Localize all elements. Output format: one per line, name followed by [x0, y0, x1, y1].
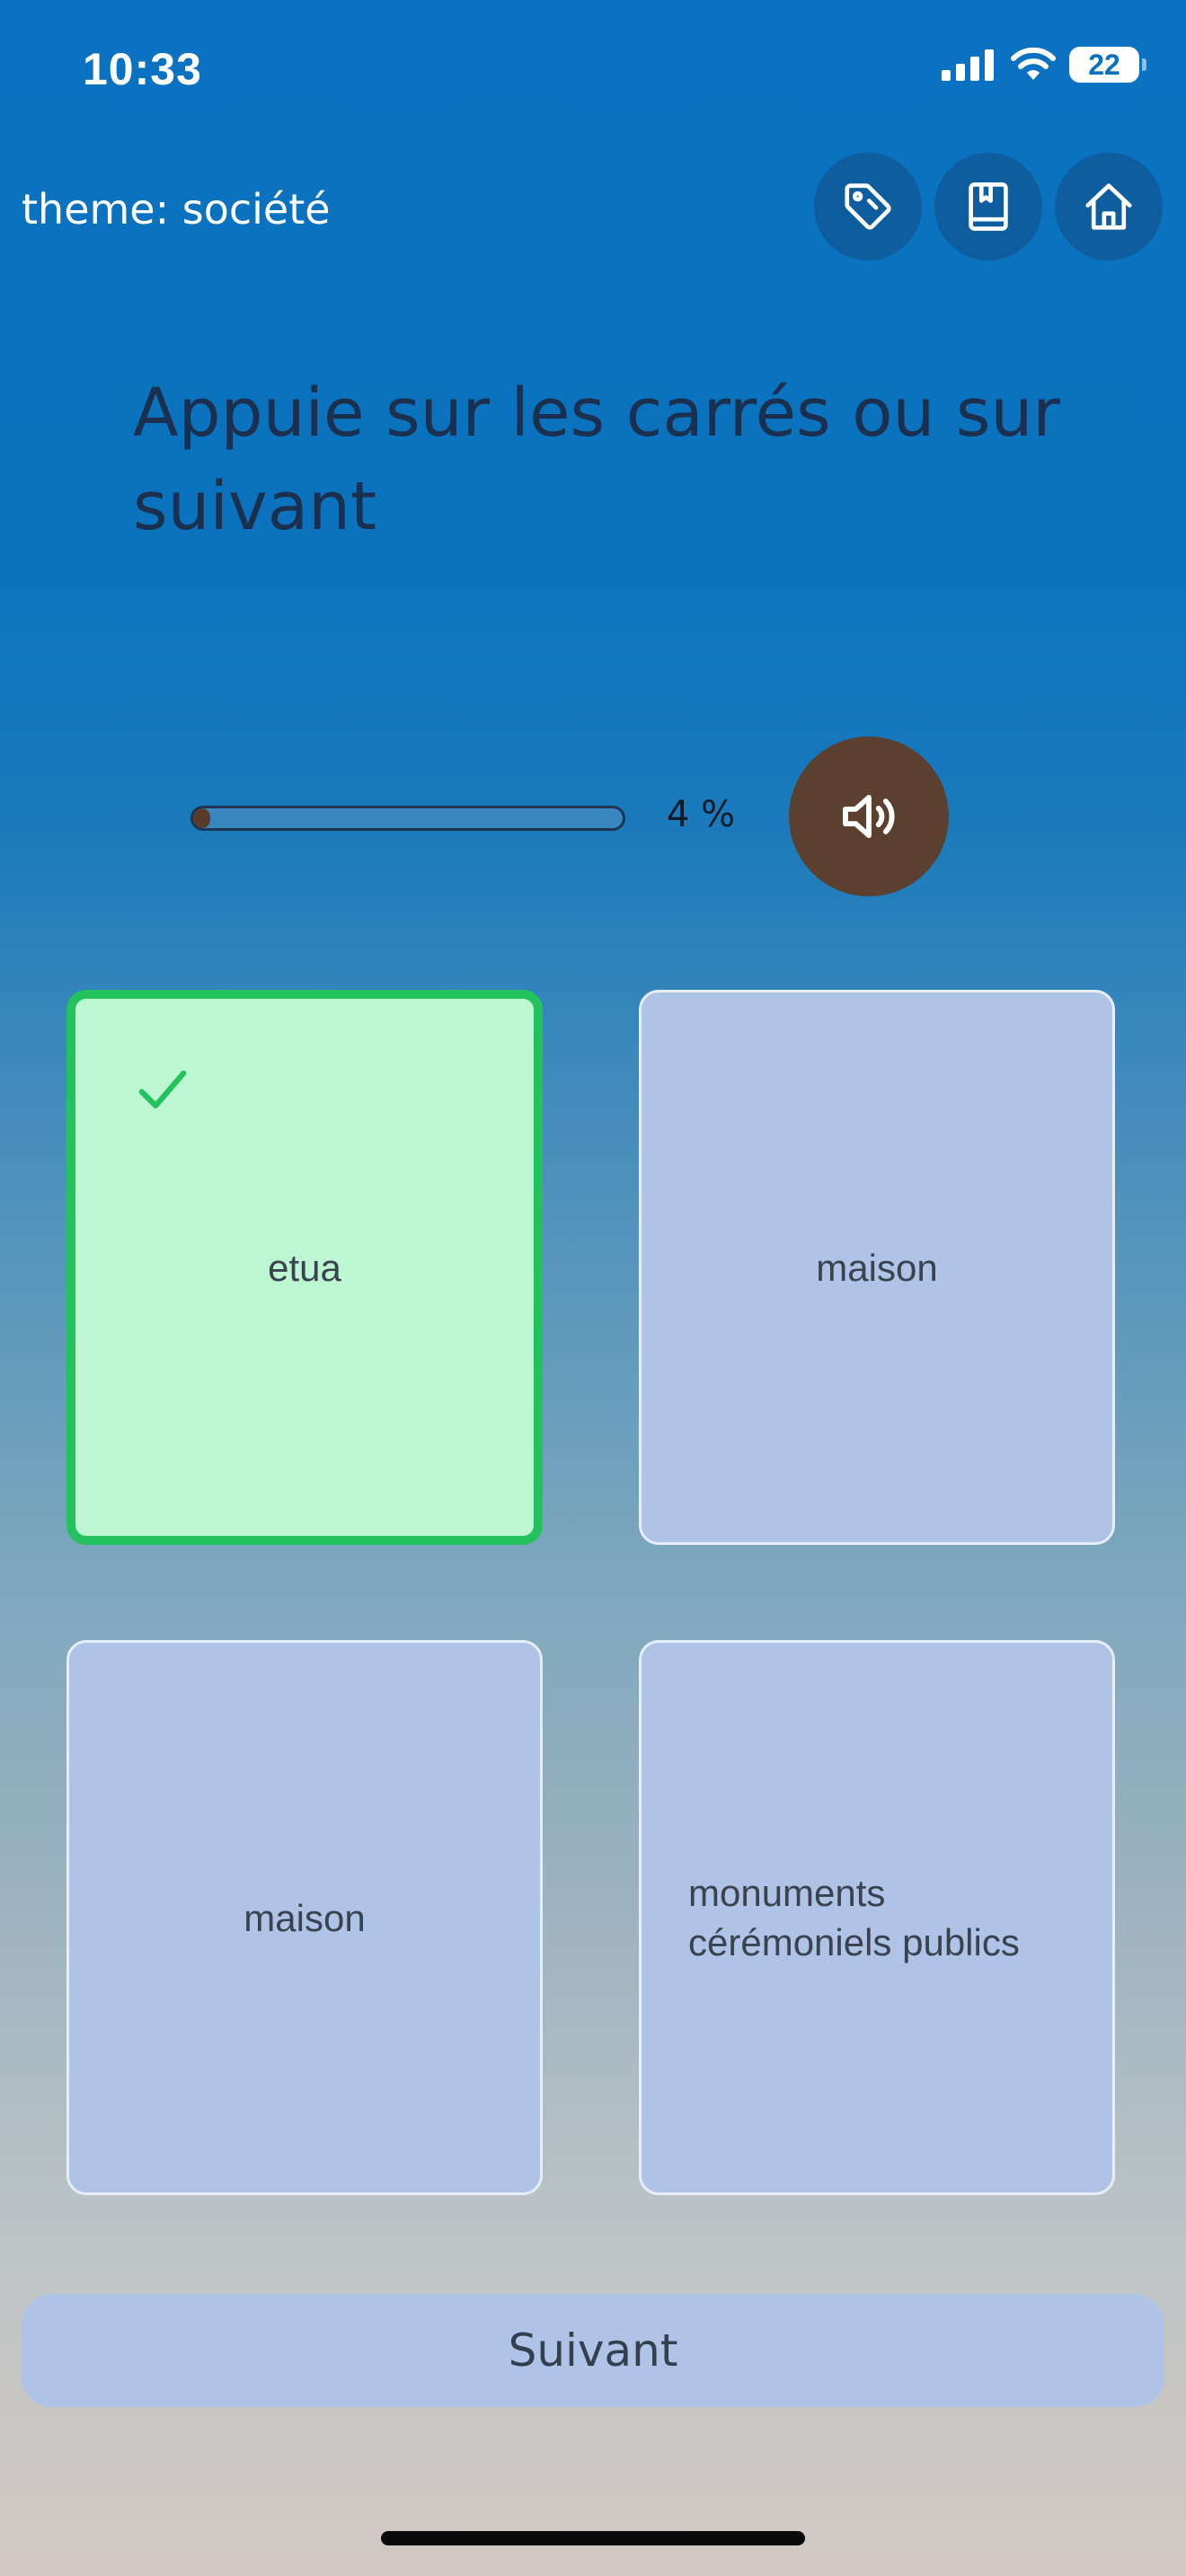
theme-label: theme: société: [22, 185, 331, 234]
battery-icon: 22: [1069, 47, 1146, 83]
status-time: 10:33: [83, 44, 202, 94]
home-indicator: [381, 2531, 805, 2545]
signal-icon: [942, 49, 994, 81]
answer-card-1[interactable]: etua: [66, 990, 543, 1545]
progress-fill: [193, 808, 211, 828]
answer-card-4[interactable]: monuments cérémoniels publics: [639, 1640, 1115, 2195]
next-button[interactable]: Suivant: [22, 2294, 1164, 2407]
status-icons: 22: [940, 47, 1146, 83]
home-button[interactable]: [1055, 153, 1163, 260]
book-icon: [969, 182, 1008, 231]
tag-icon: [845, 183, 891, 230]
wifi-icon: [1011, 48, 1056, 80]
answer-card-2[interactable]: maison: [639, 990, 1115, 1545]
card-label: etua: [268, 1246, 341, 1289]
checkmark-icon: [138, 1070, 187, 1109]
answer-card-3[interactable]: maison: [66, 1640, 543, 2195]
card-label: maison: [243, 1896, 366, 1939]
home-icon: [1085, 183, 1132, 230]
next-button-label: Suivant: [508, 2325, 678, 2377]
instruction-prompt: Appuie sur les carrés ou sur suivant: [133, 375, 1060, 545]
progress-bar: [190, 806, 625, 831]
card-label: monuments cérémoniels publics: [688, 1872, 1020, 1963]
progress-label: 4 %: [667, 794, 736, 835]
card-label: maison: [816, 1246, 938, 1289]
battery-level: 22: [1088, 48, 1120, 81]
tag-button[interactable]: [814, 153, 922, 260]
book-button[interactable]: [934, 153, 1042, 260]
play-sound-button[interactable]: [789, 737, 949, 896]
speaker-icon: [843, 794, 895, 839]
